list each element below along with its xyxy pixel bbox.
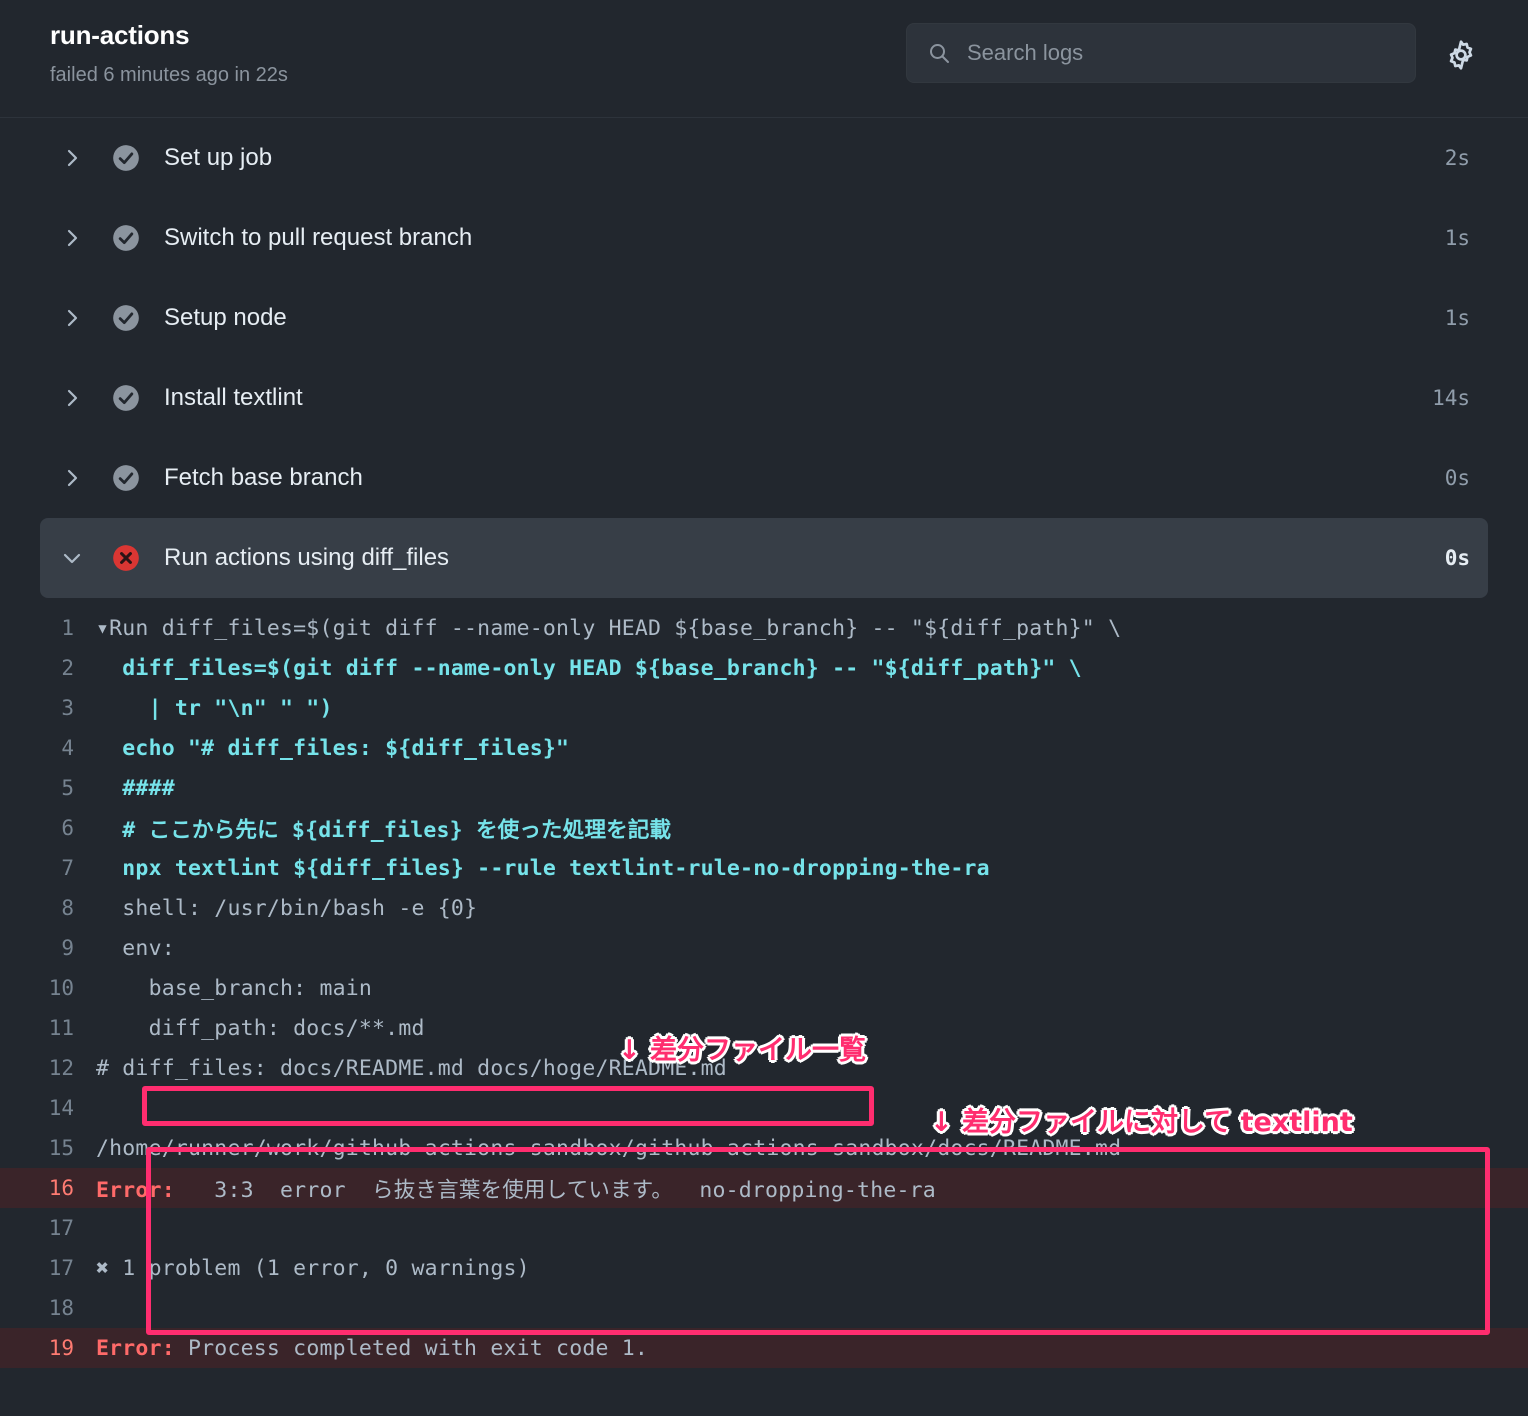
step-row[interactable]: Set up job 2s — [40, 118, 1488, 198]
line-number: 2 — [61, 656, 74, 680]
line-text: 3:3 error ら抜き言葉を使用しています。 no-dropping-the… — [174, 1177, 936, 1203]
check-circle-icon — [113, 145, 139, 171]
line-number: 7 — [61, 856, 74, 880]
job-status-text: failed 6 minutes ago in 22s — [50, 64, 288, 86]
log-line: 17 — [0, 1208, 1528, 1248]
log-line-diff-files: 12 # diff_files: docs/README.md docs/hoge… — [0, 1048, 1528, 1088]
error-circle-icon — [113, 545, 139, 571]
search-icon — [927, 41, 951, 65]
log-line: 17 ✖ 1 problem (1 error, 0 warnings) — [0, 1248, 1528, 1288]
line-number: 17 — [48, 1216, 74, 1240]
log-line: 10 base_branch: main — [0, 968, 1528, 1008]
step-duration: 2s — [1444, 146, 1470, 170]
log-line: 1 ▾Run diff_files=$(git diff --name-only … — [0, 608, 1528, 648]
step-label: Setup node — [164, 304, 287, 331]
line-text: # ここから先に ${diff_files} を使った処理を記載 — [96, 817, 672, 843]
gear-icon[interactable] — [1444, 38, 1478, 72]
step-duration: 0s — [1444, 546, 1470, 570]
log-output[interactable]: 1 ▾Run diff_files=$(git diff --name-only … — [0, 608, 1528, 1368]
line-number: 8 — [61, 896, 74, 920]
line-number: 12 — [48, 1056, 74, 1080]
log-line: 14 — [0, 1088, 1528, 1128]
log-line: 2 diff_files=$(git diff --name-only HEAD… — [0, 648, 1528, 688]
line-number: 14 — [48, 1096, 74, 1120]
line-text: ✖ 1 problem (1 error, 0 warnings) — [96, 1255, 530, 1281]
step-duration: 1s — [1444, 226, 1470, 250]
log-line: 4 echo "# diff_files: ${diff_files}" — [0, 728, 1528, 768]
log-line: 5 #### — [0, 768, 1528, 808]
step-duration: 0s — [1444, 466, 1470, 490]
line-text: diff_files=$(git diff --name-only HEAD $… — [96, 655, 1082, 681]
page-title: run-actions — [50, 20, 190, 50]
line-number: 18 — [48, 1296, 74, 1320]
log-line: 15/home/runner/work/github-actions-sandb… — [0, 1128, 1528, 1168]
line-number: 19 — [48, 1336, 74, 1360]
log-line: 7 npx textlint ${diff_files} --rule text… — [0, 848, 1528, 888]
line-number: 1 — [61, 616, 74, 640]
line-number: 3 — [61, 696, 74, 720]
log-header: run-actions failed 6 minutes ago in 22s — [0, 0, 1528, 118]
line-number: 11 — [48, 1016, 74, 1040]
chevron-right-icon — [67, 469, 78, 487]
log-line: 18 — [0, 1288, 1528, 1328]
chevron-right-icon — [67, 389, 78, 407]
step-label: Switch to pull request branch — [164, 224, 473, 251]
line-number: 17 — [48, 1256, 74, 1280]
error-prefix: Error: — [96, 1335, 175, 1361]
line-text: shell: /usr/bin/bash -e {0} — [96, 895, 478, 921]
log-line: 8 shell: /usr/bin/bash -e {0} — [0, 888, 1528, 928]
line-number: 4 — [61, 736, 74, 760]
search-input[interactable] — [967, 40, 1387, 66]
error-prefix: Error: — [96, 1177, 175, 1203]
step-row[interactable]: Setup node 1s — [40, 278, 1488, 358]
step-row[interactable]: Install textlint 14s — [40, 358, 1488, 438]
chevron-down-icon — [63, 553, 81, 564]
step-duration: 14s — [1432, 386, 1470, 410]
line-text: echo "# diff_files: ${diff_files}" — [96, 735, 570, 761]
chevron-right-icon — [67, 309, 78, 327]
step-label: Fetch base branch — [164, 464, 363, 491]
line-number: 15 — [48, 1136, 74, 1160]
check-circle-icon — [113, 305, 139, 331]
line-text: | tr "\n" " ") — [96, 695, 333, 721]
line-text: env: — [96, 935, 175, 961]
line-number: 16 — [48, 1176, 74, 1200]
search-logs-box[interactable] — [906, 23, 1416, 83]
step-label: Run actions using diff_files — [164, 544, 450, 571]
line-text: diff_path: docs/**.md — [96, 1015, 425, 1041]
step-list: Set up job 2s Switch to pull request bra… — [0, 118, 1528, 598]
log-line-error: 16 Error: 3:3 error ら抜き言葉を使用しています。 no-dr… — [0, 1168, 1528, 1208]
log-line: 11 diff_path: docs/**.md — [0, 1008, 1528, 1048]
line-text: npx textlint ${diff_files} --rule textli… — [96, 855, 990, 881]
line-number: 5 — [61, 776, 74, 800]
step-label: Set up job — [164, 144, 273, 171]
log-line: 6 # ここから先に ${diff_files} を使った処理を記載 — [0, 808, 1528, 848]
line-text: ▾Run diff_files=$(git diff --name-only H… — [96, 615, 1122, 641]
chevron-right-icon — [67, 229, 78, 247]
log-line-error: 19 Error: Process completed with exit co… — [0, 1328, 1528, 1368]
check-circle-icon — [113, 225, 139, 251]
check-circle-icon — [113, 465, 139, 491]
log-line: 9 env: — [0, 928, 1528, 968]
step-row-failed[interactable]: Run actions using diff_files 0s — [40, 518, 1488, 598]
line-text: #### — [96, 775, 175, 801]
check-circle-icon — [113, 385, 139, 411]
step-row[interactable]: Switch to pull request branch 1s — [40, 198, 1488, 278]
line-number: 10 — [48, 976, 74, 1000]
step-row[interactable]: Fetch base branch 0s — [40, 438, 1488, 518]
chevron-right-icon — [67, 149, 78, 167]
line-text: # diff_files: docs/README.md docs/hoge/R… — [96, 1055, 727, 1081]
line-number: 6 — [61, 816, 74, 840]
line-text: base_branch: main — [96, 975, 373, 1001]
line-text: Process completed with exit code 1. — [174, 1335, 649, 1361]
line-text: /home/runner/work/github-actions-sandbox… — [96, 1135, 1122, 1161]
step-label: Install textlint — [164, 384, 303, 411]
step-duration: 1s — [1444, 306, 1470, 330]
log-line: 3 | tr "\n" " ") — [0, 688, 1528, 728]
line-number: 9 — [61, 936, 74, 960]
